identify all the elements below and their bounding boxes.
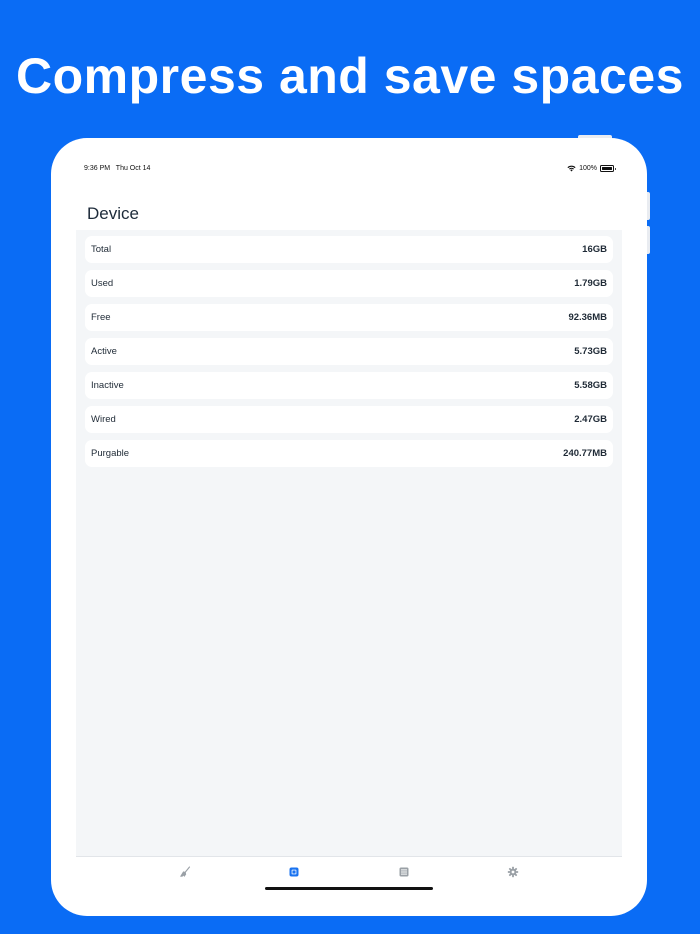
battery-icon xyxy=(600,165,616,172)
tab-storage[interactable] xyxy=(397,866,411,878)
broom-icon xyxy=(180,866,191,877)
tablet-frame: 9:36 PM Thu Oct 14 100% Device Total 16G… xyxy=(51,138,647,916)
row-value: 92.36MB xyxy=(568,312,607,323)
row-value: 240.77MB xyxy=(563,448,607,459)
app-screen: 9:36 PM Thu Oct 14 100% Device Total 16G… xyxy=(76,154,622,899)
list-item: Wired 2.47GB xyxy=(85,406,613,433)
status-time: 9:36 PM xyxy=(84,165,111,172)
row-label: Used xyxy=(91,278,114,289)
headline: Compress and save spaces xyxy=(16,48,684,104)
home-indicator[interactable] xyxy=(265,887,433,890)
row-value: 1.79GB xyxy=(574,278,607,289)
status-indicators: 100% xyxy=(567,165,616,172)
row-value: 5.58GB xyxy=(574,380,607,391)
tab-settings[interactable] xyxy=(506,866,520,878)
wifi-icon xyxy=(567,165,576,172)
list-item: Total 16GB xyxy=(85,236,613,263)
page-title: Device xyxy=(87,204,139,223)
row-label: Total xyxy=(91,244,112,255)
list-item: Inactive 5.58GB xyxy=(85,372,613,399)
status-time-date: 9:36 PM Thu Oct 14 xyxy=(84,165,150,172)
row-label: Active xyxy=(91,346,117,357)
memory-list: Total 16GB Used 1.79GB Free 92.36MB Acti… xyxy=(76,230,622,856)
row-label: Inactive xyxy=(91,380,124,391)
tab-cleaner[interactable] xyxy=(178,866,192,878)
gear-icon xyxy=(507,866,519,878)
storage-icon xyxy=(399,867,409,877)
row-value: 2.47GB xyxy=(574,414,607,425)
tab-bar xyxy=(76,856,622,899)
list-item: Free 92.36MB xyxy=(85,304,613,331)
row-value: 16GB xyxy=(582,244,607,255)
row-value: 5.73GB xyxy=(574,346,607,357)
tab-memory[interactable] xyxy=(287,866,301,878)
row-label: Free xyxy=(91,312,111,323)
status-bar: 9:36 PM Thu Oct 14 100% xyxy=(84,165,616,175)
battery-percent: 100% xyxy=(579,165,597,172)
status-date: Thu Oct 14 xyxy=(115,165,151,172)
row-label: Purgable xyxy=(91,448,130,459)
row-label: Wired xyxy=(91,414,116,425)
memory-chip-icon xyxy=(289,867,299,877)
list-item: Used 1.79GB xyxy=(85,270,613,297)
list-item: Purgable 240.77MB xyxy=(85,440,613,467)
list-item: Active 5.73GB xyxy=(85,338,613,365)
